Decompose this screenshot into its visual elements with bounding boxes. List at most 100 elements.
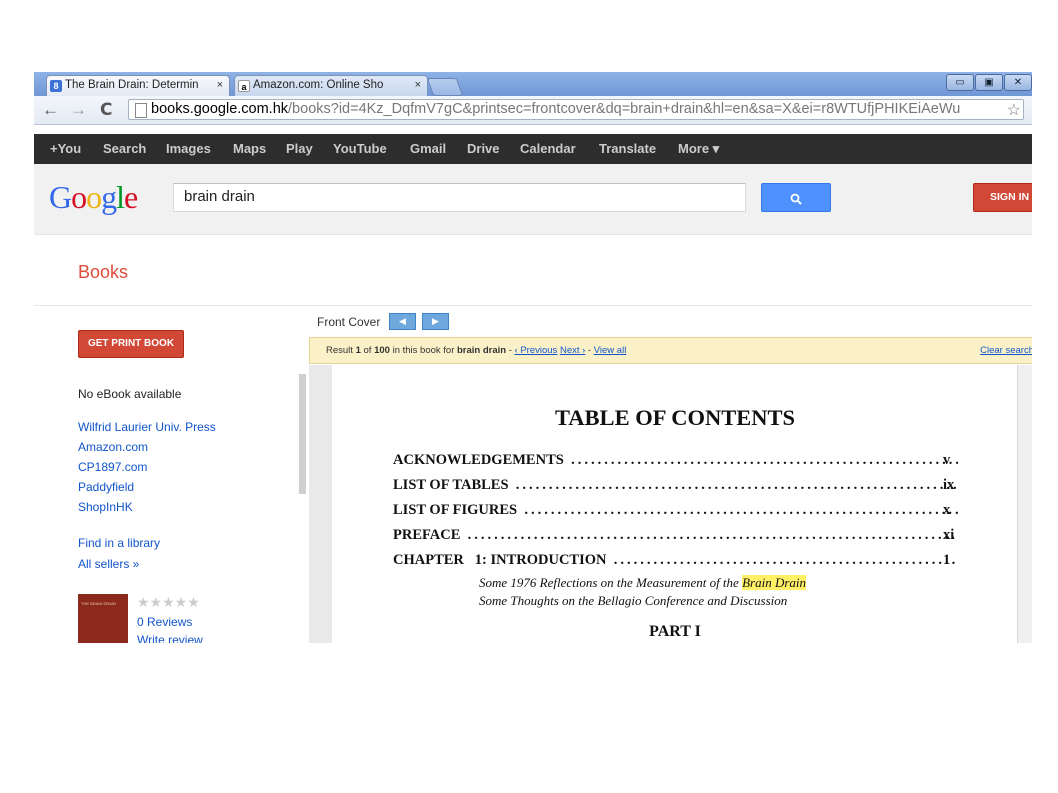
result-separator: - bbox=[585, 345, 594, 356]
toc-leader-dots: ........................................… bbox=[571, 452, 958, 468]
toc-subentry: Some Thoughts on the Bellagio Conference… bbox=[479, 593, 788, 608]
toc-entry: PREFACE ................................… bbox=[393, 527, 958, 544]
get-print-book-button[interactable]: GET PRINT BOOK bbox=[78, 330, 184, 358]
url-path: /books?id=4Kz_DqfmV7gC&printsec=frontcov… bbox=[288, 101, 961, 117]
toc-page-number: 1 bbox=[943, 552, 951, 568]
browser-window: 8 The Brain Drain: Determin × a Amazon.c… bbox=[34, 72, 1032, 643]
book-page: TABLE OF CONTENTS ACKNOWLEDGEMENTS .....… bbox=[332, 365, 1018, 643]
search-header: Google brain drain SIGN IN bbox=[34, 164, 1032, 235]
toc-entry: LIST OF TABLES .........................… bbox=[393, 477, 958, 494]
toc-entry-label: PREFACE bbox=[393, 527, 461, 543]
left-sidebar: GET PRINT BOOK No eBook available Wilfri… bbox=[34, 306, 306, 643]
seller-link[interactable]: Paddyfield bbox=[78, 480, 134, 494]
toc-subentry: Some 1976 Reflections on the Measurement… bbox=[479, 575, 806, 591]
gbar-item-plus-you[interactable]: +You bbox=[50, 141, 81, 156]
toc-page-number: xi bbox=[943, 527, 955, 543]
result-text: Result bbox=[326, 345, 356, 356]
reviews-link[interactable]: 0 Reviews bbox=[137, 615, 192, 629]
result-text: of bbox=[360, 345, 375, 356]
gbar-item-more[interactable]: More ▾ bbox=[678, 141, 719, 157]
search-result-bar: Result 1 of 100 in this book for brain d… bbox=[309, 337, 1032, 364]
seller-link[interactable]: Amazon.com bbox=[78, 440, 148, 454]
address-bar[interactable]: books.google.com.hk/books?id=4Kz_DqfmV7g… bbox=[128, 99, 1024, 120]
logo-letter: e bbox=[124, 179, 138, 215]
search-input[interactable]: brain drain bbox=[173, 183, 746, 212]
url-host: books.google.com.hk bbox=[151, 101, 289, 117]
tab-title: The Brain Drain: Determin bbox=[65, 79, 199, 91]
result-separator: - bbox=[506, 345, 515, 356]
rating-stars-icon[interactable]: ★★★★★ bbox=[137, 594, 200, 611]
toc-leader-dots: ........................................… bbox=[524, 502, 958, 518]
gbar-item-calendar[interactable]: Calendar bbox=[520, 141, 576, 156]
book-page-viewer[interactable]: TABLE OF CONTENTS ACKNOWLEDGEMENTS .....… bbox=[309, 365, 1032, 643]
all-sellers-link[interactable]: All sellers » bbox=[78, 557, 139, 571]
tab-brain-drain[interactable]: 8 The Brain Drain: Determin × bbox=[46, 75, 230, 96]
toc-page-number: ix bbox=[943, 477, 955, 493]
subentry-text: Some 1976 Reflections on the Measurement… bbox=[479, 575, 743, 590]
sign-in-button[interactable]: SIGN IN bbox=[973, 183, 1032, 212]
book-cover-thumbnail[interactable]: THE BRAIN DRAIN bbox=[78, 594, 128, 643]
tab-amazon[interactable]: a Amazon.com: Online Sho × bbox=[234, 75, 428, 96]
clear-search-link[interactable]: Clear search bbox=[980, 345, 1032, 356]
toc-entry-label: CHAPTER 1: INTRODUCTION bbox=[393, 552, 607, 568]
front-cover-label: Front Cover bbox=[317, 315, 381, 329]
toc-entry: CHAPTER 1: INTRODUCTION ................… bbox=[393, 552, 958, 569]
tab-title: Amazon.com: Online Sho bbox=[253, 79, 384, 91]
gbar-item-maps[interactable]: Maps bbox=[233, 141, 266, 156]
google-books-favicon-icon: 8 bbox=[50, 80, 62, 92]
next-page-button[interactable]: ▶ bbox=[422, 313, 449, 330]
search-icon bbox=[790, 193, 802, 205]
search-button[interactable] bbox=[761, 183, 831, 212]
google-logo[interactable]: Google bbox=[49, 179, 138, 216]
cover-title: THE BRAIN DRAIN bbox=[81, 601, 116, 606]
amazon-favicon-icon: a bbox=[238, 80, 250, 92]
logo-letter: G bbox=[49, 179, 72, 215]
toc-entry-label: ACKNOWLEDGEMENTS bbox=[393, 452, 564, 468]
books-title[interactable]: Books bbox=[78, 262, 128, 283]
part-heading: PART I bbox=[649, 623, 701, 640]
reload-icon[interactable]: C bbox=[100, 100, 112, 120]
toc-leader-dots: ........................................… bbox=[613, 552, 958, 568]
close-window-icon[interactable]: ✕ bbox=[1004, 74, 1032, 91]
write-review-link[interactable]: Write review bbox=[137, 633, 203, 643]
next-result-link[interactable]: Next › bbox=[560, 345, 585, 356]
bookmark-star-icon[interactable]: ☆ bbox=[1004, 100, 1021, 119]
result-text: in this book for bbox=[389, 345, 457, 356]
toc-page-number: v bbox=[943, 452, 951, 468]
view-all-link[interactable]: View all bbox=[594, 345, 627, 356]
gbar-item-drive[interactable]: Drive bbox=[467, 141, 500, 156]
tab-close-icon[interactable]: × bbox=[415, 79, 421, 91]
toc-leader-dots: ........................................… bbox=[515, 477, 958, 493]
gbar-item-translate[interactable]: Translate bbox=[599, 141, 656, 156]
previous-result-link[interactable]: ‹ Previous bbox=[515, 345, 558, 356]
chevron-right-icon: ▶ bbox=[432, 316, 439, 326]
back-arrow-icon[interactable]: ← bbox=[42, 100, 59, 120]
gbar-item-gmail[interactable]: Gmail bbox=[410, 141, 446, 156]
result-query: brain drain bbox=[457, 345, 507, 356]
gbar-item-play[interactable]: Play bbox=[286, 141, 313, 156]
find-in-library-link[interactable]: Find in a library bbox=[78, 536, 160, 550]
minimize-icon[interactable]: ▭ bbox=[946, 74, 974, 91]
page-scrollbar[interactable] bbox=[1017, 365, 1032, 643]
toc-entry-label: LIST OF TABLES bbox=[393, 477, 509, 493]
seller-link[interactable]: Wilfrid Laurier Univ. Press bbox=[78, 420, 216, 434]
tab-strip: 8 The Brain Drain: Determin × a Amazon.c… bbox=[34, 72, 1032, 96]
forward-arrow-icon[interactable]: → bbox=[70, 100, 87, 120]
logo-letter: l bbox=[116, 179, 125, 215]
logo-letter: o bbox=[86, 179, 102, 215]
seller-link[interactable]: CP1897.com bbox=[78, 460, 147, 474]
books-header: Books bbox=[34, 235, 1032, 306]
toc-entry: ACKNOWLEDGEMENTS .......................… bbox=[393, 452, 958, 469]
gbar-item-images[interactable]: Images bbox=[166, 141, 211, 156]
restore-icon[interactable]: ▣ bbox=[975, 74, 1003, 91]
gbar-item-search[interactable]: Search bbox=[103, 141, 146, 156]
toc-leader-dots: ........................................… bbox=[467, 527, 958, 543]
tab-close-icon[interactable]: × bbox=[217, 79, 223, 91]
sidebar-scrollbar[interactable] bbox=[299, 374, 306, 494]
new-tab-button[interactable] bbox=[426, 78, 464, 96]
gbar-item-youtube[interactable]: YouTube bbox=[333, 141, 387, 156]
previous-page-button[interactable]: ◀ bbox=[389, 313, 416, 330]
toc-title: TABLE OF CONTENTS bbox=[554, 405, 796, 430]
result-total: 100 bbox=[374, 345, 390, 356]
seller-link[interactable]: ShopInHK bbox=[78, 500, 133, 514]
